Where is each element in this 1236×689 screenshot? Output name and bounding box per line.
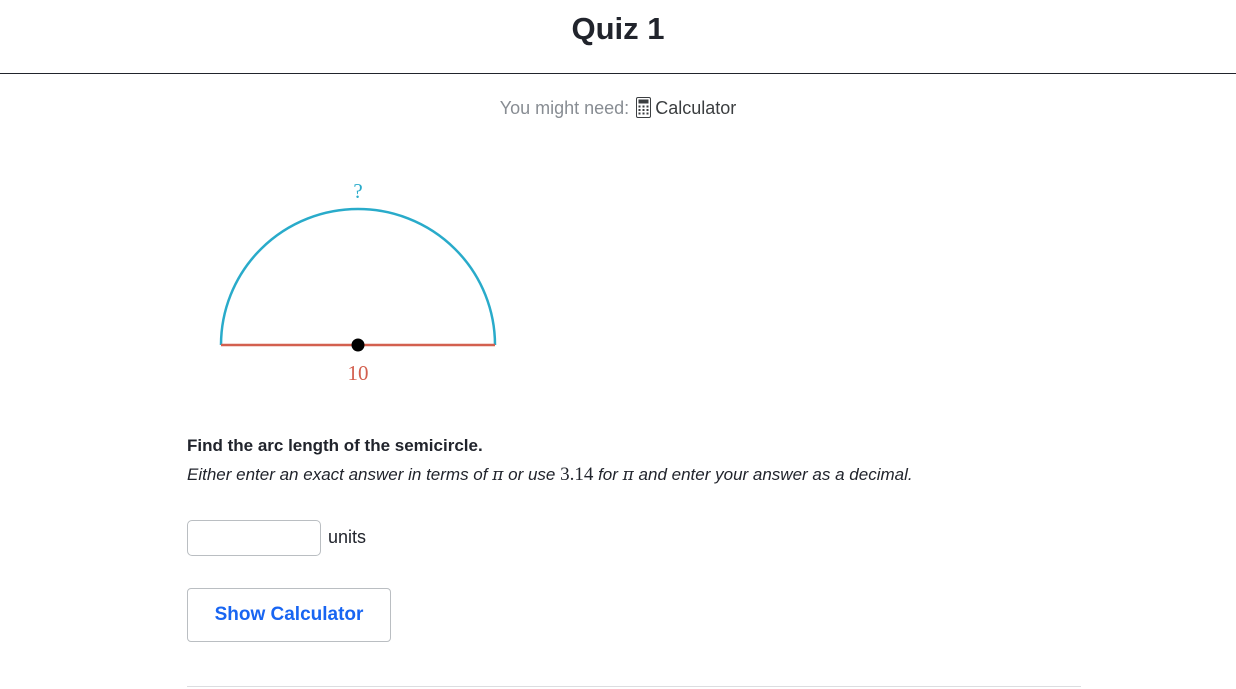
question-title: Find the arc length of the semicircle. (187, 436, 483, 455)
instruction-text-2: or use (503, 465, 561, 484)
pi-approximation: 3.14 (560, 464, 594, 485)
page-header: Quiz 1 (0, 0, 1236, 74)
center-point (351, 338, 365, 352)
calculator-icon (636, 97, 652, 118)
pi-symbol: π (492, 465, 504, 485)
page-title: Quiz 1 (571, 11, 665, 46)
tools-needed: You might need: Calculator (0, 97, 1236, 119)
arc-label: ? (353, 179, 362, 203)
semicircle-arc (219, 207, 497, 346)
pi-symbol: π (622, 465, 634, 485)
diameter-label: 10 (348, 361, 369, 385)
calculator-tool-label: Calculator (655, 98, 737, 118)
tools-prefix: You might need: (499, 98, 630, 118)
answer-input[interactable] (187, 520, 321, 556)
divider (187, 686, 1081, 687)
question-instructions: Either enter an exact answer in terms of… (187, 464, 913, 486)
semicircle-figure: ? 10 (219, 179, 497, 385)
instruction-text-1: Either enter an exact answer in terms of (187, 465, 493, 484)
instruction-text-4: and enter your answer as a decimal. (633, 465, 913, 484)
units-label: units (328, 527, 367, 547)
instruction-text-3: for (593, 465, 623, 484)
show-calculator-button[interactable]: Show Calculator (187, 588, 391, 642)
